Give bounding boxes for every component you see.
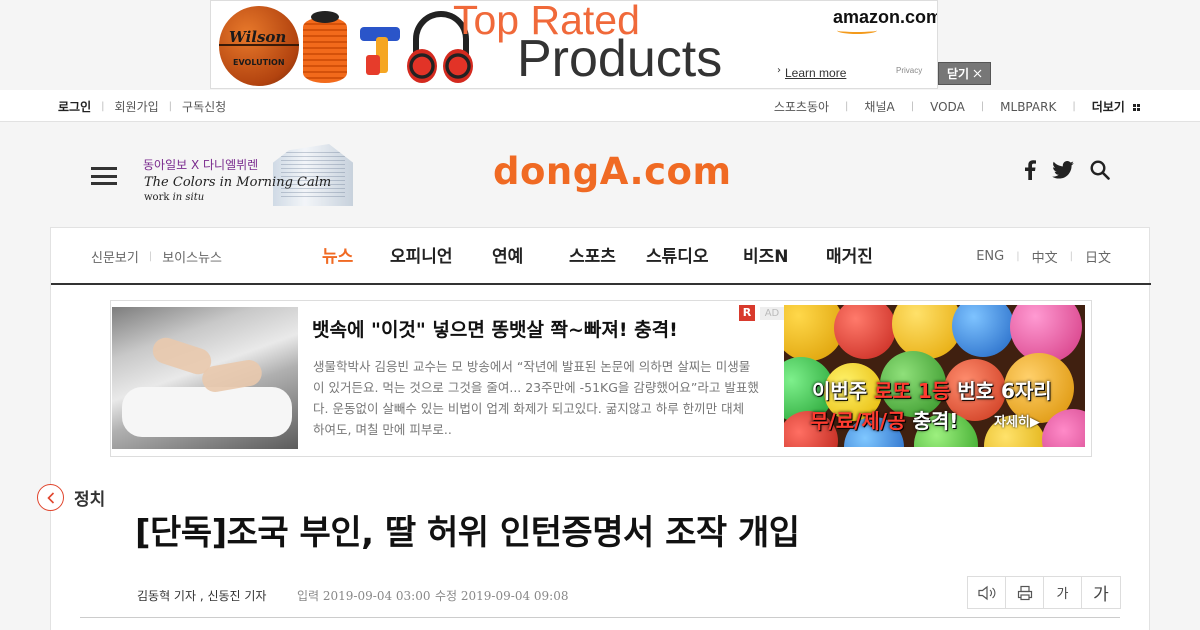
print-button[interactable] (1006, 577, 1044, 608)
subscribe-link[interactable]: 구독신청 (182, 98, 226, 115)
ad-tag: AD (760, 307, 784, 320)
listen-button[interactable] (968, 577, 1006, 608)
promo-banner[interactable]: 동아일보 X 다니엘뷔렌 The Colors in Morning Calm … (143, 144, 355, 208)
grid-icon (1133, 104, 1140, 111)
more-label: 더보기 (1091, 100, 1125, 114)
learn-more-link[interactable]: Learn more (785, 66, 846, 80)
nav-news[interactable]: 뉴스 (322, 242, 353, 267)
top-banner-ad[interactable]: Wilson EVOLUTION Top Rated Products amaz… (210, 0, 938, 89)
font-larger-button[interactable]: 가 (1082, 577, 1120, 608)
divider (80, 617, 1120, 618)
close-ad-button[interactable]: 닫기 (938, 62, 991, 85)
nav-entertainment[interactable]: 연예 (492, 242, 523, 267)
chevron-left-icon (46, 491, 54, 504)
print-icon (1017, 585, 1032, 600)
promo-line2: The Colors in Morning Calm (144, 175, 332, 190)
date-input: 입력 2019-09-04 03:00 (297, 589, 431, 603)
content-panel: 신문보기 | 보이스뉴스 뉴스 오피니언 연예 스포츠 스튜디오 비즈N 매거진… (50, 227, 1151, 630)
signup-link[interactable]: 회원가입 (115, 98, 159, 115)
date-modified: 수정 2019-09-04 09:08 (435, 589, 569, 603)
voice-news-link[interactable]: 보이스뉴스 (162, 247, 222, 266)
utility-bar: 로그인 | 회원가입 | 구독신청 스포츠동아 | 채널A | VODA | M… (0, 90, 1200, 122)
amazon-smile-icon (837, 27, 877, 34)
font-smaller-button[interactable]: 가 (1044, 577, 1082, 608)
lotto-line1: 이번주 로또 1등 번호 6자리 (812, 379, 1052, 403)
ball-model: EVOLUTION (233, 58, 285, 67)
category-header: 정치 (37, 484, 105, 511)
lang-japanese[interactable]: 日文 (1085, 247, 1111, 266)
lotto-more-link[interactable]: 자세히▶ (994, 411, 1040, 430)
lotto-line2: 무/료/제/공 충격! (810, 409, 959, 433)
site-logo[interactable]: dongA.com (493, 150, 732, 193)
chevron-right-icon: › (777, 65, 781, 76)
channel-a-link[interactable]: 채널A (864, 98, 894, 115)
newspaper-link[interactable]: 신문보기 (91, 247, 139, 266)
ball-brand: Wilson (229, 28, 287, 46)
promo-line3: work in situ (144, 192, 205, 203)
mlbpark-link[interactable]: MLBPARK (1000, 100, 1056, 114)
article-byline[interactable]: 김동혁 기자 , 신동진 기자 (137, 587, 266, 604)
twitter-icon[interactable] (1052, 161, 1074, 183)
more-link[interactable]: 더보기 (1092, 98, 1140, 115)
lotto-ad-image[interactable]: 이번주 로또 1등 번호 6자리 무/료/제/공 충격! 자세히▶ (784, 305, 1085, 447)
back-button[interactable] (37, 484, 64, 511)
privacy-link[interactable]: Privacy (896, 66, 922, 75)
basketball-image: Wilson EVOLUTION (219, 6, 299, 86)
lang-chinese[interactable]: 中文 (1032, 247, 1058, 266)
promo-line1: 동아일보 X 다니엘뷔렌 (143, 158, 259, 172)
toy-blaster-image (356, 21, 404, 79)
ad-title[interactable]: 뱃속에 "이것" 넣으면 똥뱃살 쫙~빠져! 충격! (312, 315, 678, 342)
voda-link[interactable]: VODA (930, 100, 965, 114)
social-icons (1024, 160, 1110, 184)
nav-sports[interactable]: 스포츠 (569, 242, 616, 267)
main-nav: 신문보기 | 보이스뉴스 뉴스 오피니언 연예 스포츠 스튜디오 비즈N 매거진… (51, 228, 1151, 285)
ad-headline-products: Products (517, 30, 723, 88)
nav-studio[interactable]: 스튜디오 (646, 242, 709, 267)
ad-body: 생물학박사 김응빈 교수는 모 방송에서 “작년에 발표된 논문에 의하면 살찌… (313, 359, 759, 437)
amazon-logo: amazon.com (833, 7, 938, 27)
lang-eng[interactable]: ENG (976, 249, 1004, 264)
nav-bizn[interactable]: 비즈N (743, 242, 789, 267)
close-icon (973, 69, 982, 78)
speaker-icon (977, 585, 995, 600)
login-link[interactable]: 로그인 (58, 98, 91, 115)
menu-icon[interactable] (91, 167, 117, 185)
nav-magazine[interactable]: 매거진 (826, 242, 873, 267)
nav-opinion[interactable]: 오피니언 (390, 242, 453, 267)
speaker-image (303, 11, 347, 83)
native-ad[interactable]: 뱃속에 "이것" 넣으면 똥뱃살 쫙~빠져! 충격! 생물학박사 김응빈 교수는… (110, 300, 1092, 457)
sports-donga-link[interactable]: 스포츠동아 (774, 98, 829, 115)
category-label[interactable]: 정치 (74, 485, 105, 510)
ad-photo (112, 307, 298, 449)
close-ad-label: 닫기 (946, 67, 970, 81)
article-headline: [단독]조국 부인, 딸 허위 인턴증명서 조작 개입 (135, 513, 800, 553)
ad-network-badge: R (739, 305, 755, 321)
search-icon[interactable] (1090, 160, 1110, 184)
article-tools: 가 가 (967, 576, 1121, 609)
site-header: 동아일보 X 다니엘뷔렌 The Colors in Morning Calm … (0, 122, 1200, 227)
facebook-icon[interactable] (1024, 160, 1036, 184)
